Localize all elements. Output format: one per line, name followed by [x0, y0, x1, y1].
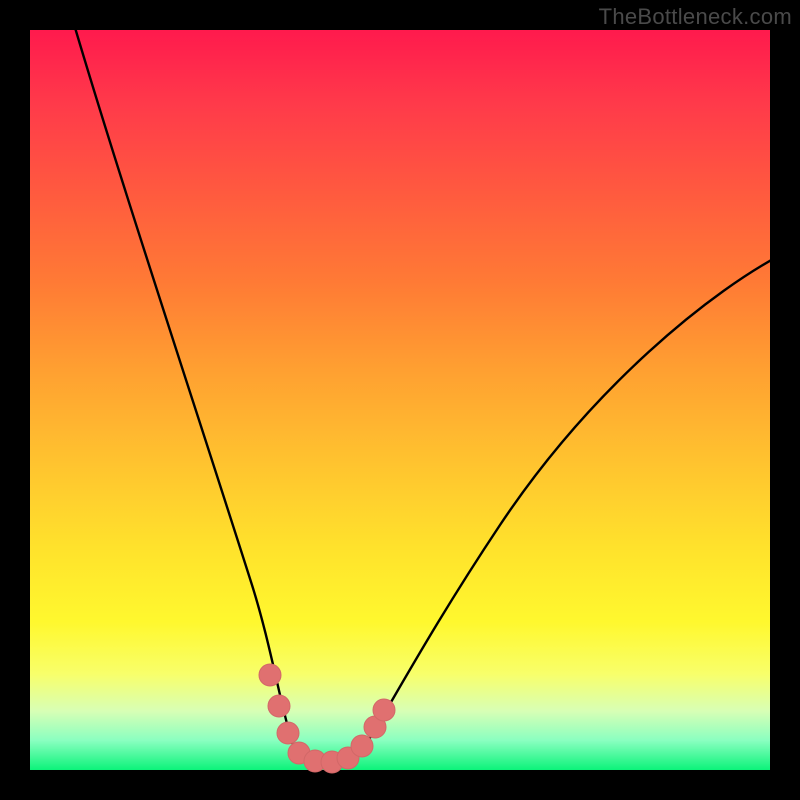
marker-dot [259, 664, 281, 686]
chart-frame: TheBottleneck.com [0, 0, 800, 800]
marker-dot [351, 735, 373, 757]
marker-cluster [259, 664, 395, 773]
chart-svg [30, 30, 770, 770]
marker-dot [268, 695, 290, 717]
marker-dot [373, 699, 395, 721]
bottleneck-curve [64, 0, 790, 764]
watermark-text: TheBottleneck.com [599, 4, 792, 30]
marker-dot [277, 722, 299, 744]
